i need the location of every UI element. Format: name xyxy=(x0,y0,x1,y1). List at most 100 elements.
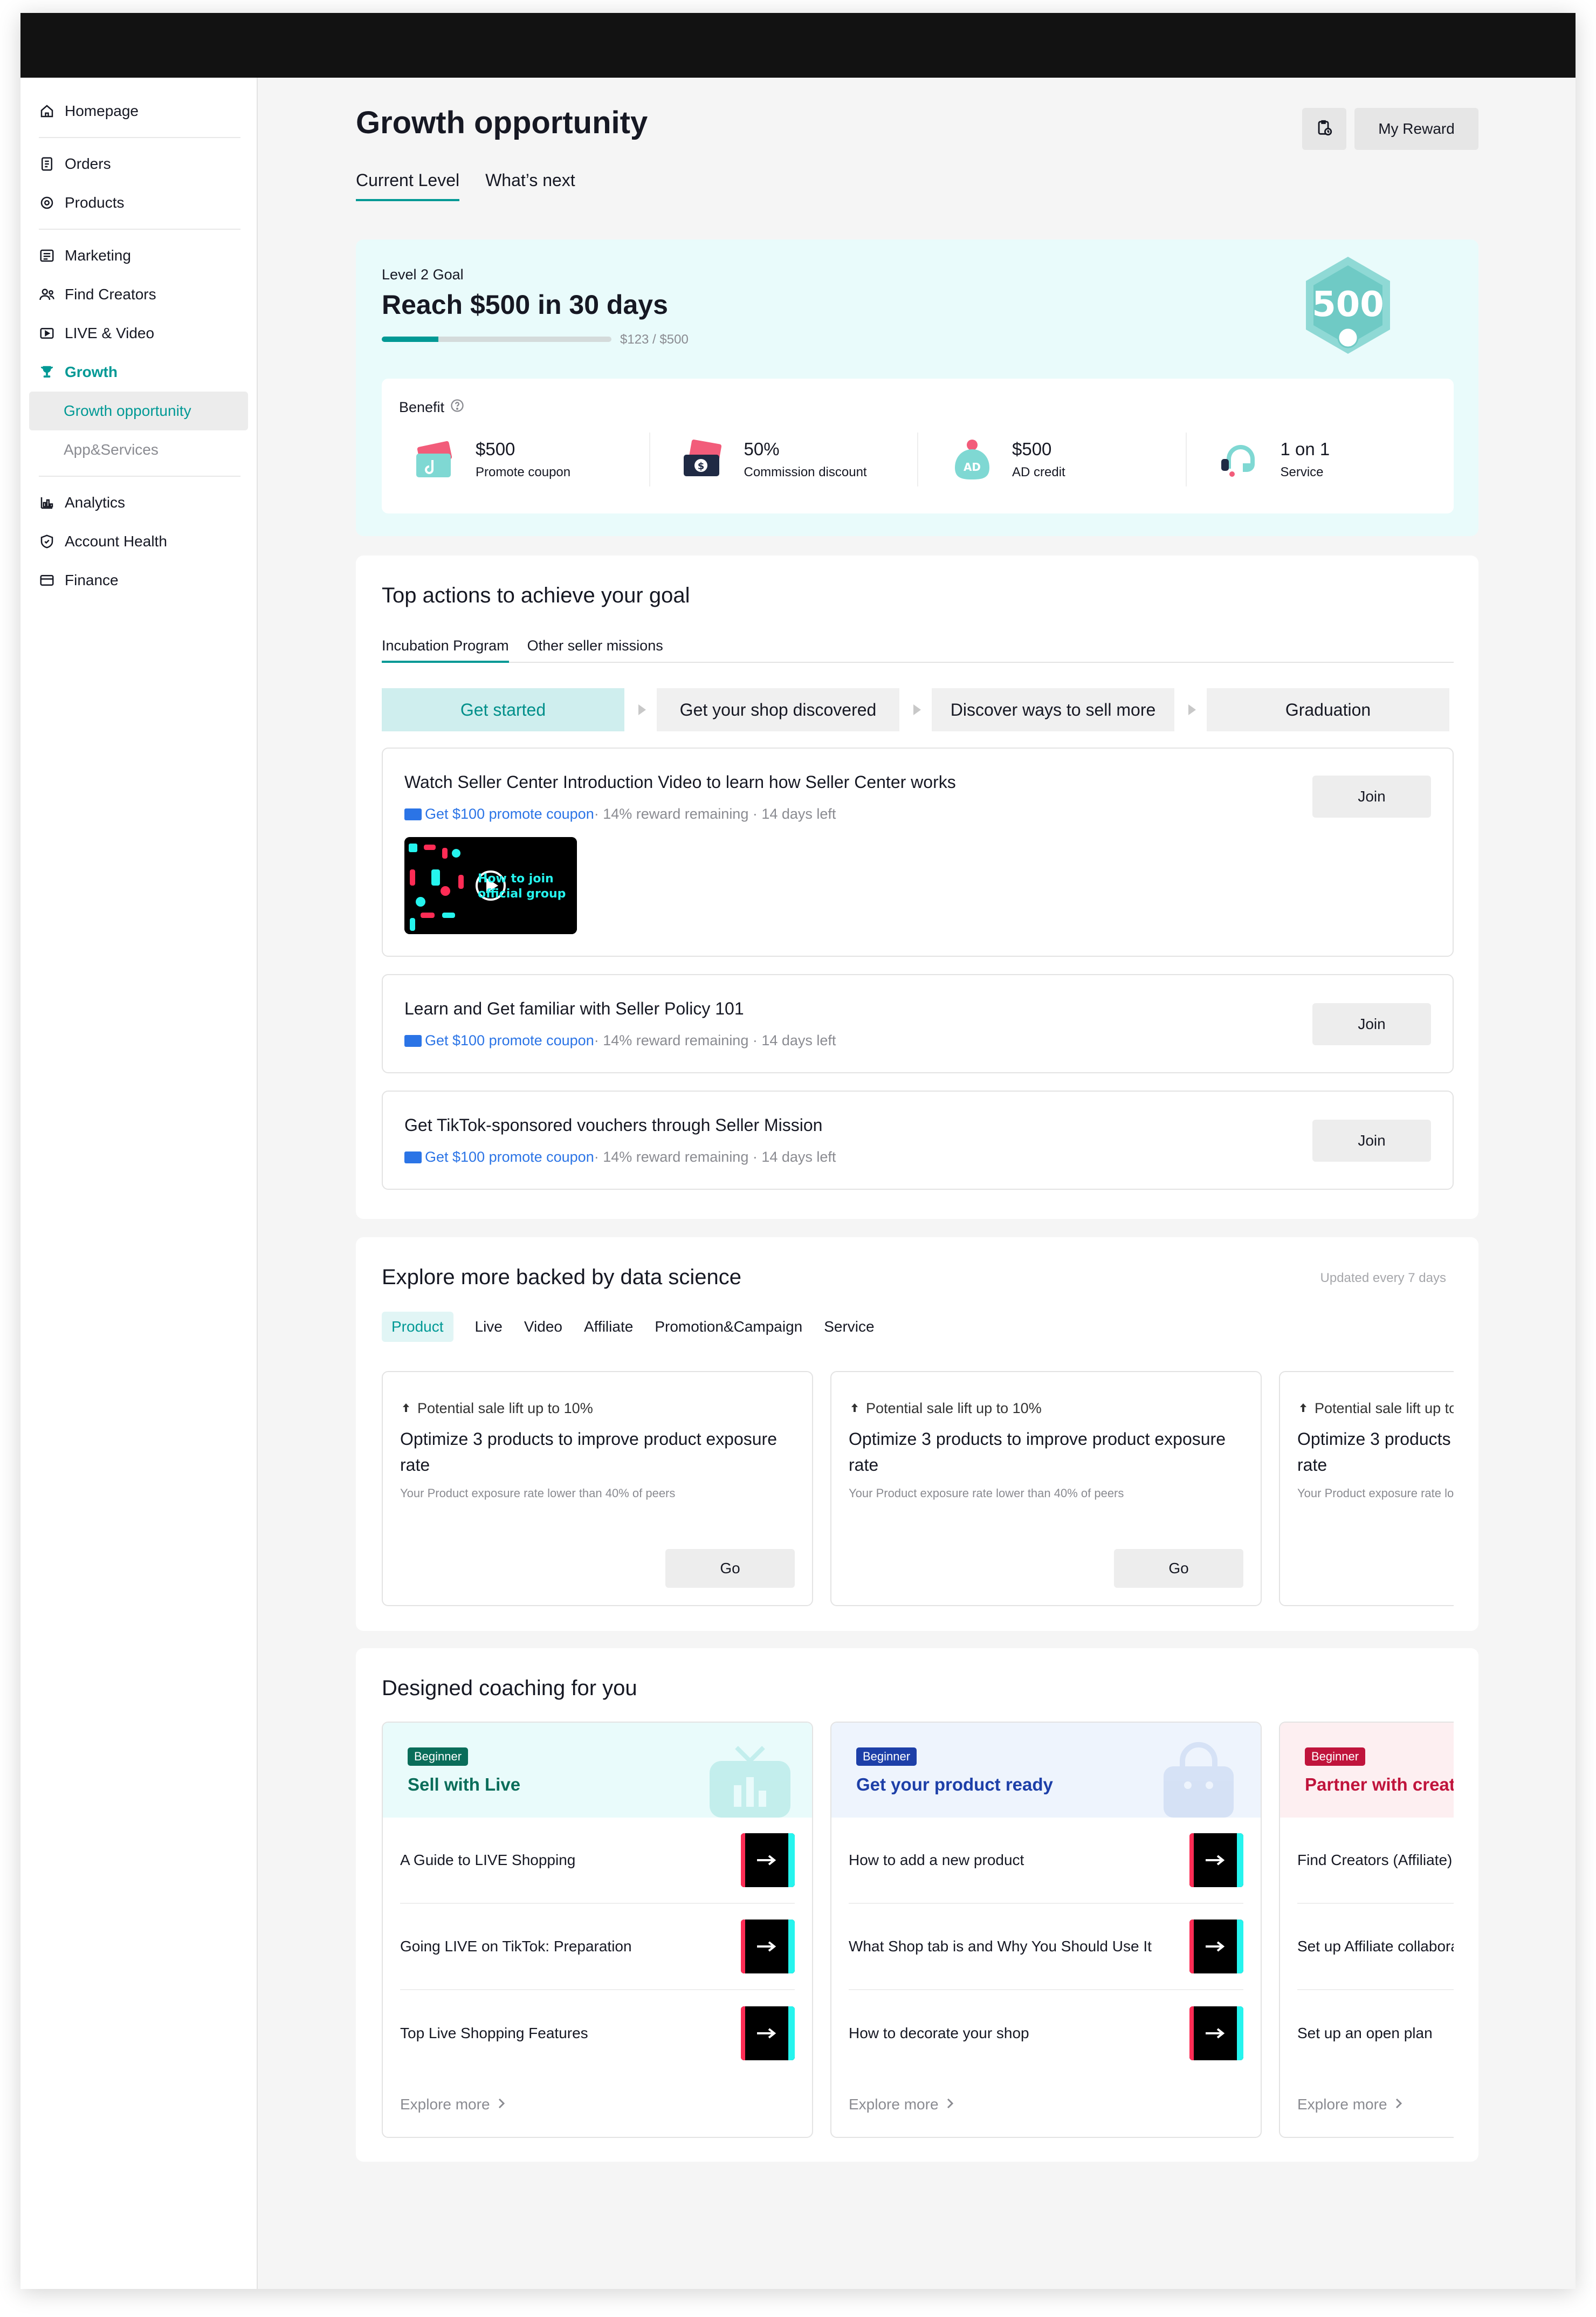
sidebar-item-label: Finance xyxy=(65,572,119,588)
sale-lift-text: Potential sale lift up to 10% xyxy=(1315,1400,1454,1416)
chip-video[interactable]: Video xyxy=(524,1312,562,1342)
sidebar-item-live-video[interactable]: LIVE & Video xyxy=(20,314,257,353)
hexagon-badge-icon: 500 xyxy=(1306,257,1390,354)
lesson-row[interactable]: How to add a new product xyxy=(849,1818,1243,1904)
step-get-started[interactable]: Get started xyxy=(382,688,646,731)
opportunity-title: Optimize 3 products to improve product e… xyxy=(849,1429,1226,1475)
reward-history-button[interactable] xyxy=(1302,108,1346,150)
sidebar-item-orders[interactable]: Orders xyxy=(20,145,257,183)
section-title: Explore more backed by data science xyxy=(382,1265,742,1289)
analytics-icon xyxy=(39,495,55,511)
lesson-row[interactable]: Going LIVE on TikTok: Preparation xyxy=(400,1904,795,1990)
course-header: Beginner Sell with Live xyxy=(383,1723,812,1818)
benefit-value: $500 xyxy=(1012,439,1052,459)
benefit-title: Benefit xyxy=(399,398,465,417)
go-button[interactable]: Go xyxy=(1114,1549,1243,1588)
task-meta: Get $100 promote coupon · 14% reward rem… xyxy=(404,1032,836,1049)
lesson-title: How to decorate your shop xyxy=(849,2025,1029,2041)
join-button[interactable]: Join xyxy=(1312,1003,1431,1045)
level-badge: Beginner xyxy=(1305,1747,1366,1766)
join-button[interactable]: Join xyxy=(1312,1120,1431,1162)
sidebar-item-label: Orders xyxy=(65,155,111,172)
svg-text:How to join: How to join xyxy=(478,872,554,886)
sidebar-item-analytics[interactable]: Analytics xyxy=(20,483,257,522)
sidebar-item-finance[interactable]: Finance xyxy=(20,561,257,600)
coupon-icon xyxy=(416,441,452,477)
help-icon[interactable] xyxy=(450,398,465,417)
program-tabs: Incubation Program Other seller missions xyxy=(382,637,1454,663)
chevron-right-icon xyxy=(946,2096,954,2113)
video-thumbnail[interactable]: How to join official group xyxy=(404,837,577,934)
lesson-row[interactable]: What Shop tab is and Why You Should Use … xyxy=(849,1904,1243,1990)
chip-promotion-campaign[interactable]: Promotion&Campaign xyxy=(655,1312,802,1342)
tab-current-level[interactable]: Current Level xyxy=(356,170,460,201)
step-discover-ways-to-sell[interactable]: Discover ways to sell more xyxy=(932,688,1196,731)
sidebar: Homepage Orders Products Marketing Find … xyxy=(20,78,258,2289)
benefit-promote-coupon: $500 Promote coupon xyxy=(382,433,650,486)
benefit-title-text: Benefit xyxy=(399,399,445,415)
explore-more-text: Explore more xyxy=(400,2096,490,2113)
tab-other-seller-missions[interactable]: Other seller missions xyxy=(527,637,663,662)
lesson-row[interactable]: Set up an open plan xyxy=(1297,1990,1454,2076)
coaching-course-card[interactable]: Beginner Get your product ready How to a… xyxy=(830,1722,1262,2138)
top-actions-card: Top actions to achieve your goal Incubat… xyxy=(356,556,1478,1219)
explore-more-link[interactable]: Explore more xyxy=(849,2096,954,2113)
lesson-title: Top Live Shopping Features xyxy=(400,2025,588,2041)
opportunity-card: Potential sale lift up to 10% Optimize 3… xyxy=(830,1371,1262,1606)
step-graduation[interactable]: Graduation xyxy=(1207,688,1449,731)
video-thumbnail-icon xyxy=(1189,1833,1243,1887)
go-button[interactable]: Go xyxy=(665,1549,795,1588)
explore-card: Explore more backed by data science Upda… xyxy=(356,1237,1478,1631)
goal-title: Reach $500 in 30 days xyxy=(382,290,668,320)
coaching-course-card[interactable]: Beginner Partner with creators Find Crea… xyxy=(1279,1722,1454,2138)
sidebar-item-growth[interactable]: Growth xyxy=(20,353,257,392)
shopping-bag-icon xyxy=(1164,1742,1234,1818)
section-title: Designed coaching for you xyxy=(382,1676,637,1700)
reward-link[interactable]: Get $100 promote coupon xyxy=(425,806,594,822)
sidebar-item-app-services[interactable]: App&Services xyxy=(20,430,257,469)
explore-more-link[interactable]: Explore more xyxy=(400,2096,505,2113)
chip-product[interactable]: Product xyxy=(382,1312,453,1342)
chevron-right-icon xyxy=(1395,2096,1402,2113)
task-title: Watch Seller Center Introduction Video t… xyxy=(404,772,956,792)
level-badge: 500 xyxy=(1294,251,1402,359)
sidebar-item-growth-opportunity[interactable]: Growth opportunity xyxy=(29,392,248,430)
tab-whats-next[interactable]: What’s next xyxy=(485,170,575,201)
top-bar xyxy=(20,13,1576,78)
join-button[interactable]: Join xyxy=(1312,776,1431,818)
sidebar-item-account-health[interactable]: Account Health xyxy=(20,522,257,561)
chip-service[interactable]: Service xyxy=(824,1312,874,1342)
sidebar-item-find-creators[interactable]: Find Creators xyxy=(20,275,257,314)
sidebar-item-label: Analytics xyxy=(65,494,126,511)
benefit-ad-credit: AD $500 AD credit xyxy=(918,433,1187,486)
reward-link[interactable]: Get $100 promote coupon xyxy=(425,1149,594,1166)
ad-credit-icon: AD xyxy=(955,440,989,479)
sale-lift: Potential sale lift up to 10% xyxy=(1298,1400,1454,1417)
lesson-row[interactable]: Set up Affiliate collaboration xyxy=(1297,1904,1454,1990)
lesson-row[interactable]: A Guide to LIVE Shopping xyxy=(400,1818,795,1904)
level-badge: Beginner xyxy=(408,1747,469,1766)
task-title: Get TikTok-sponsored vouchers through Se… xyxy=(404,1115,823,1135)
sidebar-item-homepage[interactable]: Homepage xyxy=(20,92,257,131)
explore-more-text: Explore more xyxy=(1297,2096,1387,2113)
tab-incubation-program[interactable]: Incubation Program xyxy=(382,637,509,663)
my-reward-button[interactable]: My Reward xyxy=(1354,108,1478,150)
benefit-value: 1 on 1 xyxy=(1280,439,1330,459)
home-icon xyxy=(39,103,55,119)
explore-more-link[interactable]: Explore more xyxy=(1297,2096,1402,2113)
lesson-row[interactable]: How to decorate your shop xyxy=(849,1990,1243,2076)
chip-live[interactable]: Live xyxy=(475,1312,503,1342)
lesson-row[interactable]: Top Live Shopping Features xyxy=(400,1990,795,2076)
sidebar-item-marketing[interactable]: Marketing xyxy=(20,236,257,275)
step-get-shop-discovered[interactable]: Get your shop discovered xyxy=(657,688,921,731)
benefit-commission-discount: $ 50% Commission discount xyxy=(650,433,918,486)
chip-affiliate[interactable]: Affiliate xyxy=(584,1312,633,1342)
sidebar-item-label: Homepage xyxy=(65,102,139,119)
course-name: Partner with creators xyxy=(1305,1774,1454,1794)
task-meta-text: · 14% reward remaining · 14 days left xyxy=(594,1032,836,1048)
coaching-course-card[interactable]: Beginner Sell with Live A Guide to LIVE … xyxy=(382,1722,813,2138)
reward-link[interactable]: Get $100 promote coupon xyxy=(425,1032,594,1049)
sidebar-item-products[interactable]: Products xyxy=(20,183,257,222)
lesson-row[interactable]: Find Creators (Affiliate) xyxy=(1297,1818,1454,1904)
lesson-title: A Guide to LIVE Shopping xyxy=(400,1852,576,1868)
